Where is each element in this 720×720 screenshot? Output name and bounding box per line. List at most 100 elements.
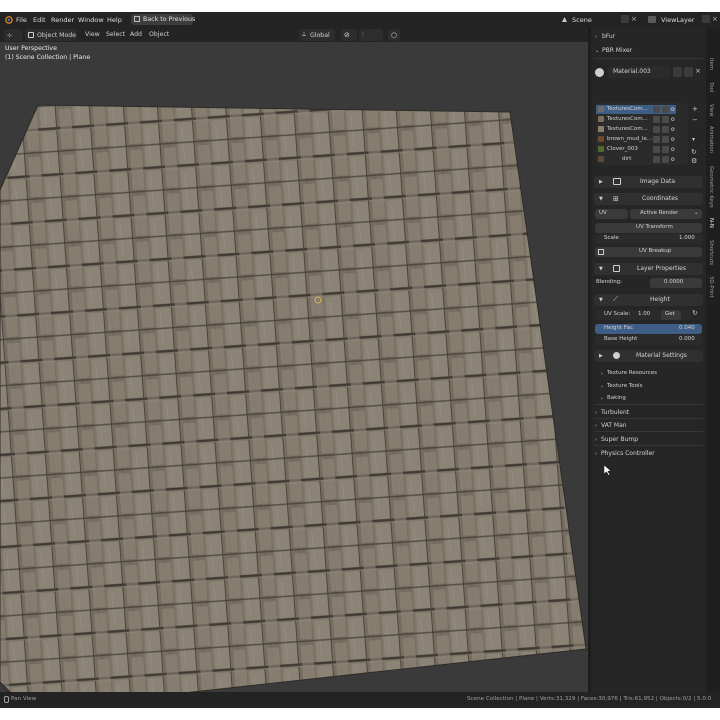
menu-render[interactable]: Render (51, 16, 74, 24)
baking-label: Baking (607, 395, 626, 401)
3d-viewport[interactable]: User Perspective (1) Scene Collection | … (0, 42, 588, 692)
image-icon[interactable] (653, 126, 660, 133)
visibility-eye-icon[interactable]: o (671, 156, 678, 163)
texture-tools-label: Texture Tools (607, 383, 643, 389)
blending-field[interactable]: 0.0000 (650, 278, 702, 288)
image-data-panel-header[interactable]: ▶ Image Data (594, 176, 703, 188)
image-icon[interactable] (653, 146, 660, 153)
visibility-eye-icon[interactable]: o (671, 146, 678, 153)
scene-copy-icon[interactable] (621, 15, 629, 23)
mode-selector[interactable]: Object Mode (25, 29, 77, 41)
node-icon[interactable] (662, 116, 669, 123)
duplicate-material-icon[interactable] (684, 67, 693, 77)
back-to-previous-button[interactable]: Back to Previous (131, 14, 195, 25)
tab-shortcuts[interactable]: Shortcuts (708, 240, 714, 265)
texture-tools-row[interactable]: › Texture Tools (591, 381, 706, 393)
add-layer-icon[interactable]: + (692, 105, 698, 113)
viewlayer-close-icon[interactable]: × (712, 15, 719, 23)
layer-item[interactable]: TexturesCom... o (596, 105, 676, 114)
menu-view[interactable]: View (85, 31, 100, 38)
tab-geometric-keys[interactable]: Geometric Keys (708, 166, 714, 208)
blender-logo-icon[interactable] (4, 15, 13, 24)
menu-file[interactable]: File (16, 16, 27, 24)
menu-select[interactable]: Select (106, 31, 125, 38)
visibility-eye-icon[interactable]: o (671, 116, 678, 123)
collapse-triangle-icon: ▶ (599, 179, 603, 185)
node-icon[interactable] (662, 126, 669, 133)
layer-name: TexturesCom... (607, 126, 648, 132)
scene-close-icon[interactable]: × (631, 15, 638, 23)
node-icon[interactable] (662, 136, 669, 143)
chevron-right-icon: › (601, 384, 603, 390)
material-name-field[interactable]: Material.003 (608, 66, 670, 78)
addon-bfur-row[interactable]: › bFur (591, 31, 706, 43)
base-height-field[interactable]: Base Height 0.000 (595, 335, 702, 345)
layer-swatch (598, 126, 604, 132)
viewlayer-name[interactable]: ViewLayer (661, 16, 695, 24)
image-icon[interactable] (653, 106, 660, 113)
proportional-edit-toggle[interactable]: ○ (388, 29, 400, 41)
scene-name[interactable]: Scene (572, 16, 592, 24)
material-settings-icon (613, 352, 620, 359)
material-settings-panel-header[interactable]: ▶ Material Settings (594, 350, 703, 362)
addon-physics-controller-row[interactable]: › Physics Controller (591, 448, 706, 460)
remove-layer-icon[interactable]: − (692, 116, 698, 124)
image-icon[interactable] (653, 116, 660, 123)
material-sphere-icon[interactable] (595, 68, 604, 77)
get-button[interactable]: Get (661, 310, 681, 320)
settings-gear-icon[interactable]: ⚙ (691, 157, 697, 165)
tab-tool[interactable]: Tool (708, 82, 714, 92)
menu-window[interactable]: Window (78, 16, 104, 24)
move-down-icon[interactable]: ▾ (692, 136, 695, 143)
tab-view[interactable]: View (708, 104, 714, 117)
coordinates-panel-header[interactable]: ▼ ⊞ Coordinates (594, 193, 703, 205)
snap-toggle[interactable]: ⫶ (359, 29, 383, 41)
layer-item[interactable]: TexturesCom... o (596, 125, 676, 134)
image-icon[interactable] (653, 156, 660, 163)
height-factor-field[interactable]: Height Fac 0.040 (595, 324, 702, 334)
tab-animation[interactable]: Animation (708, 126, 714, 153)
editor-type-selector[interactable]: ⊹ (4, 29, 22, 41)
chevron-right-icon: › (595, 410, 597, 416)
addon-pbr-mixer-row[interactable]: ⌄ PBR Mixer (591, 45, 706, 57)
uv-transform-button[interactable]: UV Transform (595, 223, 702, 233)
tab-3d-print[interactable]: 3D-Print (708, 276, 714, 298)
layer-item[interactable]: TexturesCom... o (596, 115, 676, 124)
menu-edit[interactable]: Edit (33, 16, 46, 24)
visibility-eye-icon[interactable]: o (671, 106, 678, 113)
layer-item[interactable]: Clover_003 o (596, 145, 676, 154)
unlink-material-icon[interactable]: × (695, 67, 703, 77)
tab-item[interactable]: Item (708, 58, 714, 70)
scale-field[interactable]: Scale 1.000 (595, 234, 702, 244)
addon-turbulent-label: Turbulent (601, 409, 630, 416)
layer-item[interactable]: brown_mud_le... o (596, 135, 676, 144)
tab-n-n[interactable]: N-N (708, 218, 714, 228)
refresh-icon[interactable]: ↻ (691, 148, 697, 156)
pivot-point-selector[interactable]: ⊘ (341, 29, 357, 41)
proportional-edit-icon: ○ (391, 31, 398, 39)
render-mode-dropdown[interactable]: Active Render ⌄ (630, 209, 702, 219)
transform-orientation-selector[interactable]: ⟂ Global (299, 29, 335, 41)
mapping-value: UV (599, 210, 607, 216)
node-icon[interactable] (662, 106, 669, 113)
coordinates-label: Coordinates (642, 195, 679, 202)
menu-add[interactable]: Add (130, 31, 142, 38)
height-panel-header[interactable]: ▼ ⟋ Height (594, 294, 703, 306)
fake-user-shield-icon[interactable] (673, 67, 682, 77)
refresh-icon[interactable]: ↻ (692, 309, 698, 317)
node-icon[interactable] (662, 156, 669, 163)
visibility-eye-icon[interactable]: o (671, 126, 678, 133)
image-icon[interactable] (653, 136, 660, 143)
viewport-collection-label: (1) Scene Collection | Plane (5, 54, 91, 61)
layer-item[interactable]: dirt o (596, 155, 676, 164)
menu-object[interactable]: Object (149, 31, 169, 38)
node-icon[interactable] (662, 146, 669, 153)
layer-properties-panel-header[interactable]: ▼ Layer Properties (594, 263, 703, 275)
texture-resources-row[interactable]: › Texture Resources (591, 368, 706, 380)
mapping-dropdown[interactable]: UV (595, 209, 628, 219)
visibility-eye-icon[interactable]: o (671, 136, 678, 143)
menu-help[interactable]: Help (107, 16, 122, 24)
viewlayer-copy-icon[interactable] (702, 15, 710, 23)
viewlayer-icon (648, 16, 656, 23)
uv-breakup-button[interactable]: UV Breakup (595, 247, 702, 257)
